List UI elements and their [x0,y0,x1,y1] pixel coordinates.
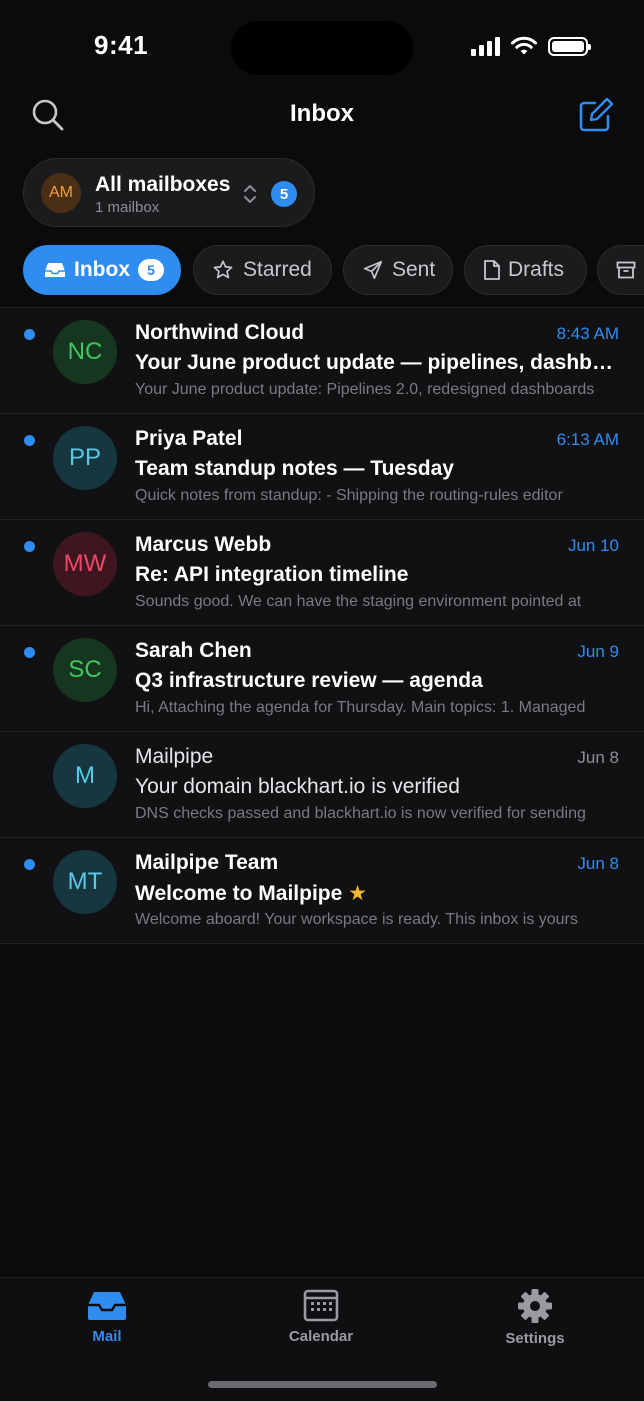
draft-icon [484,260,500,280]
tab-starred[interactable]: Starred [193,245,332,295]
star-icon [213,260,233,279]
message-preview: Hi, Attaching the agenda for Thursday. M… [135,699,586,716]
message-sender: Marcus Webb [135,533,272,556]
message-date: Jun 9 [577,642,619,661]
tab-sent[interactable]: Sent [343,245,453,295]
status-icons [471,36,591,56]
message-date: 8:43 AM [556,324,619,343]
message-subject: Re: API integration timeline [135,563,409,586]
unread-dot [24,435,35,446]
chevron-up-down-icon [244,185,256,203]
message-subject: Team standup notes — Tuesday [135,457,454,480]
message-preview: Your June product update: Pipelines 2.0,… [135,381,595,398]
tab-inbox[interactable]: Inbox 5 [23,245,181,295]
message-preview: Sounds good. We can have the staging env… [135,593,582,610]
nav-header: Inbox [0,90,644,144]
unread-dot [24,859,35,870]
star-icon: ★ [348,882,367,905]
status-time: 9:41 [94,30,149,60]
message-list: NC Northwind Cloud 8:43 AM Your June pro… [0,308,644,944]
page-title: Inbox [290,100,354,127]
tab-calendar-label: Calendar [288,1328,354,1345]
message-subject: Your June product update — pipelines, da… [135,351,620,374]
message-row[interactable]: M Mailpipe Jun 8 Your domain blackhart.i… [0,732,644,838]
tab-mail[interactable]: Mail [47,1288,167,1345]
compose-icon[interactable] [576,95,616,135]
message-preview: Quick notes from standup: - Shipping the… [135,487,563,504]
gear-icon [518,1289,552,1323]
unread-dot [24,329,35,340]
tab-mail-label: Mail [92,1328,122,1345]
wifi-icon [511,36,537,55]
tab-drafts-label: Drafts [508,258,565,281]
avatar: MW [53,532,117,596]
tab-archive[interactable] [597,245,644,295]
message-date: Jun 10 [567,536,619,555]
message-row[interactable]: SC Sarah Chen Jun 9 Q3 infrastructure re… [0,626,644,732]
avatar: NC [53,320,117,384]
message-subject: Welcome to Mailpipe ★ [135,881,620,906]
tab-drafts[interactable]: Drafts [464,245,587,295]
cellular-signal-icon [471,36,500,56]
mailbox-subtitle: 1 mailbox [95,199,160,216]
send-icon [363,260,383,280]
message-subject: Your domain blackhart.io is verified [135,775,460,798]
message-row[interactable]: MT Mailpipe Team Jun 8 Welcome to Mailpi… [0,838,644,944]
unread-dot [24,541,35,552]
battery-icon [548,36,591,56]
message-sender: Mailpipe Team [135,851,279,874]
tab-settings-label: Settings [505,1330,565,1347]
archive-icon [616,261,636,279]
avatar: SC [53,638,117,702]
tab-starred-label: Starred [243,258,312,281]
calendar-icon [303,1289,339,1322]
message-subject-text: Welcome to Mailpipe [135,882,343,905]
message-sender: Mailpipe [135,745,214,768]
unread-dot [24,647,35,658]
message-preview: DNS checks passed and blackhart.io is no… [135,805,586,822]
tab-sent-label: Sent [392,258,436,281]
message-sender: Sarah Chen [135,639,252,662]
message-date: 6:13 AM [556,430,619,449]
avatar: M [53,744,117,808]
message-subject: Q3 infrastructure review — agenda [135,669,483,692]
message-row[interactable]: MW Marcus Webb Jun 10 Re: API integratio… [0,520,644,626]
dynamic-island [231,21,413,75]
mail-tray-icon [88,1292,126,1320]
message-sender: Priya Patel [135,427,243,450]
message-date: Jun 8 [577,748,619,767]
message-sender: Northwind Cloud [135,321,305,344]
mailbox-switcher[interactable]: AM All mailboxes 1 mailbox 5 [23,158,315,227]
avatar: AM [41,173,81,213]
tab-inbox-badge: 5 [138,259,164,281]
tab-inbox-label: Inbox [74,258,130,281]
tab-calendar[interactable]: Calendar [261,1288,381,1345]
avatar: PP [53,426,117,490]
message-row[interactable]: NC Northwind Cloud 8:43 AM Your June pro… [0,308,644,414]
inbox-icon [45,263,65,277]
unread-count-badge: 5 [271,181,297,207]
folder-tabs: Inbox 5 Starred Sent Drafts [23,245,644,297]
tab-settings[interactable]: Settings [475,1288,595,1347]
home-indicator [208,1381,437,1388]
message-date: Jun 8 [577,854,619,873]
message-preview: Welcome aboard! Your workspace is ready.… [135,911,578,928]
mailbox-title: All mailboxes [95,173,231,196]
message-row[interactable]: PP Priya Patel 6:13 AM Team standup note… [0,414,644,520]
avatar: MT [53,850,117,914]
status-bar: 9:41 [0,0,644,90]
